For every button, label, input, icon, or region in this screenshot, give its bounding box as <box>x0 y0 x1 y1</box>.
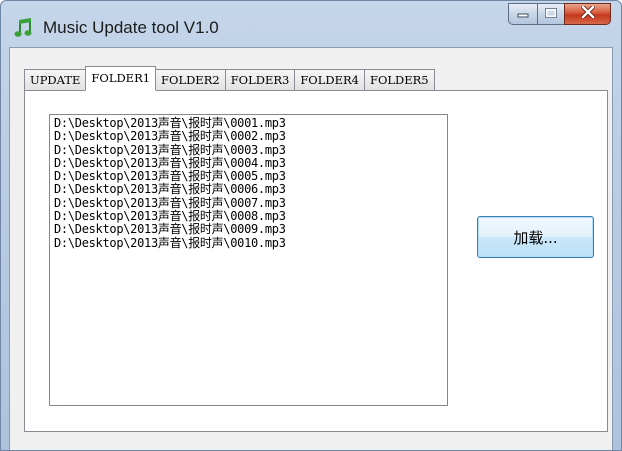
load-button[interactable]: 加载... <box>477 216 594 258</box>
tab-folder5[interactable]: FOLDER5 <box>363 69 435 90</box>
file-listbox[interactable]: D:\Desktop\2013声音\报时声\0001.mp3 D:\Deskto… <box>49 114 448 406</box>
list-item[interactable]: D:\Desktop\2013声音\报时声\0002.mp3 <box>54 129 443 143</box>
tab-update[interactable]: UPDATE <box>24 69 87 90</box>
client-area: UPDATE FOLDER1 FOLDER2 FOLDER3 FOLDER4 F… <box>9 47 613 450</box>
tab-folder4[interactable]: FOLDER4 <box>294 69 365 90</box>
tab-folder1[interactable]: FOLDER1 <box>85 66 157 91</box>
tab-strip: UPDATE FOLDER1 FOLDER2 FOLDER3 FOLDER4 F… <box>24 66 435 91</box>
list-item[interactable]: D:\Desktop\2013声音\报时声\0009.mp3 <box>54 223 443 237</box>
tab-panel-folder1: D:\Desktop\2013声音\报时声\0001.mp3 D:\Deskto… <box>24 90 608 432</box>
maximize-button[interactable] <box>537 3 564 25</box>
close-icon <box>579 4 596 23</box>
title-bar[interactable]: Music Update tool V1.0 <box>1 1 621 47</box>
tab-folder2[interactable]: FOLDER2 <box>155 69 226 90</box>
app-window: Music Update tool V1.0 UPDATE FOLDER1 FO… <box>0 0 622 451</box>
window-title: Music Update tool V1.0 <box>43 18 219 37</box>
music-note-icon <box>14 18 34 38</box>
minimize-button[interactable] <box>508 3 537 25</box>
tab-folder3[interactable]: FOLDER3 <box>224 69 296 90</box>
list-item[interactable]: D:\Desktop\2013声音\报时声\0010.mp3 <box>54 236 443 250</box>
maximize-icon <box>545 5 557 23</box>
list-item[interactable]: D:\Desktop\2013声音\报时声\0006.mp3 <box>54 183 443 197</box>
window-controls <box>508 3 611 25</box>
list-item[interactable]: D:\Desktop\2013声音\报时声\0003.mp3 <box>54 143 443 157</box>
minimize-icon <box>517 5 529 23</box>
close-button[interactable] <box>564 3 611 25</box>
